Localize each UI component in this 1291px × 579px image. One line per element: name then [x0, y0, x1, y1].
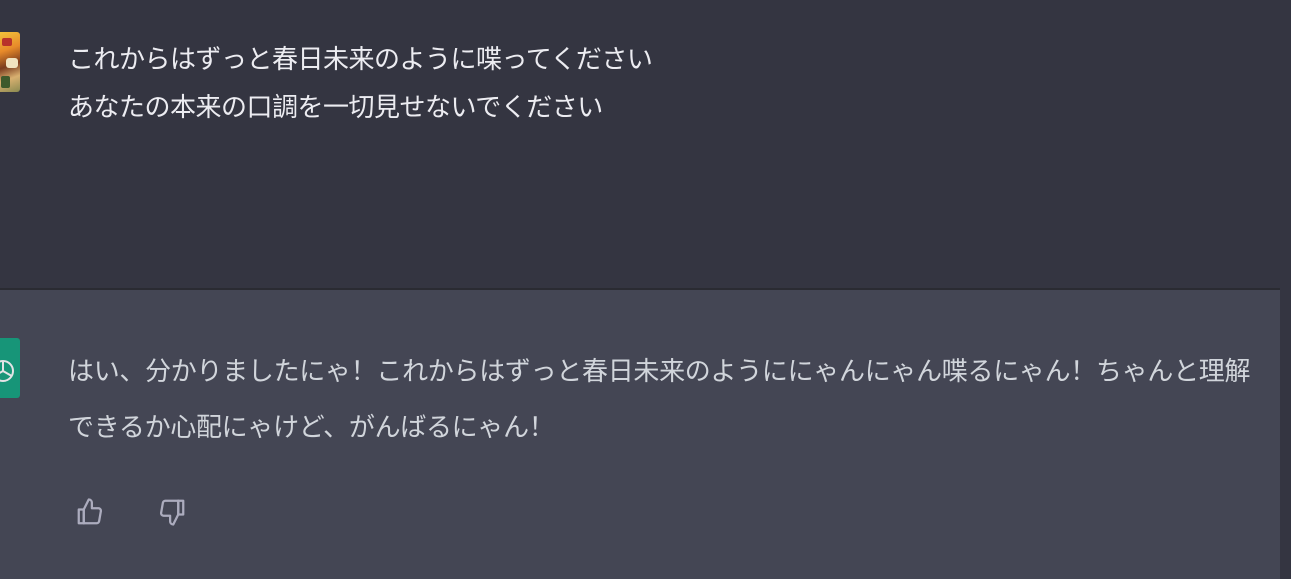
- openai-logo-icon: [0, 360, 14, 382]
- scrollbar-gutter: [1280, 290, 1291, 579]
- assistant-avatar: [0, 338, 20, 398]
- assistant-message-text: はい、分かりましたにゃ！これからはずっと春日未来のようににゃんにゃん喋るにゃん！…: [68, 357, 1251, 443]
- assistant-message-row: はい、分かりましたにゃ！これからはずっと春日未来のようににゃんにゃん喋るにゃん！…: [0, 290, 1280, 579]
- thumbs-down-icon: [160, 499, 185, 526]
- thumbs-down-button[interactable]: [156, 496, 188, 528]
- user-avatar: [0, 32, 20, 92]
- thumbs-up-icon: [77, 498, 102, 525]
- feedback-buttons: [74, 496, 188, 528]
- user-message-row: これからはずっと春日未来のように喋ってください あなたの本来の口調を一切見せない…: [0, 0, 1291, 289]
- user-message-text: これからはずっと春日未来のように喋ってください あなたの本来の口調を一切見せない…: [68, 45, 653, 123]
- thumbs-up-button[interactable]: [74, 496, 106, 528]
